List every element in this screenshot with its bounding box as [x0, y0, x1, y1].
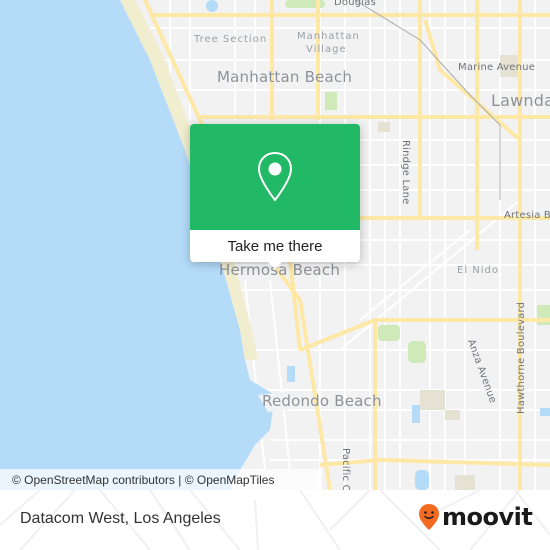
location-title: Datacom West, Los Angeles — [20, 510, 221, 527]
map-view[interactable]: Tree Section Manhattan Village Douglas M… — [0, 0, 550, 490]
moovit-wordmark: moovit — [442, 503, 533, 531]
label-lawndale: Lawndal — [491, 91, 550, 110]
moovit-logo[interactable]: moovit — [418, 503, 533, 531]
label-douglas: Douglas — [334, 0, 377, 8]
label-pacific-coast: Pacific C — [340, 448, 351, 490]
take-me-there-button[interactable]: Take me there — [190, 230, 360, 262]
popup-header — [190, 124, 360, 230]
label-el-nido: El Nido — [457, 265, 499, 276]
label-hawthorne-boulevard: Hawthorne Boulevard — [516, 301, 527, 414]
label-redondo-beach: Redondo Beach — [262, 392, 382, 410]
label-rindge-lane: Rindge Lane — [400, 140, 411, 205]
footer-bar: Datacom West, Los Angeles moovit — [0, 490, 550, 550]
destination-popup: Take me there — [190, 124, 360, 269]
label-manhattan-village-line2: Village — [306, 44, 347, 55]
moovit-pin-icon — [419, 504, 439, 530]
popup-pointer — [267, 261, 283, 269]
label-artesia: Artesia B — [504, 210, 550, 221]
label-manhattan-village-line1: Manhattan — [297, 31, 360, 42]
map-pin-icon — [257, 151, 293, 202]
label-manhattan-beach: Manhattan Beach — [217, 68, 353, 86]
label-marine-avenue: Marine Avenue — [458, 62, 536, 73]
map-attribution[interactable]: © OpenStreetMap contributors | © OpenMap… — [0, 469, 322, 490]
label-tree-section: Tree Section — [194, 34, 268, 45]
